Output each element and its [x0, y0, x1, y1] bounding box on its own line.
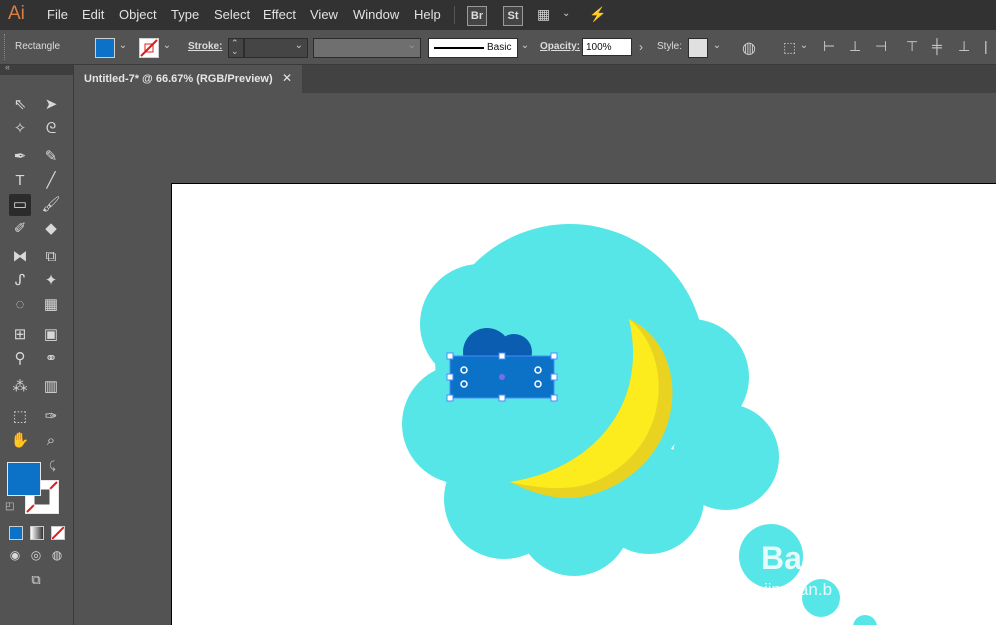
canvas-area[interactable]: Bai jingyan.b — [74, 94, 996, 625]
warp-tool-icon[interactable]: ᔑ — [9, 270, 31, 292]
eyedropper-tool-icon[interactable]: ⚲ — [9, 348, 31, 370]
chevron-down-icon[interactable]: ⌄ — [518, 40, 532, 54]
puppet-warp-tool-icon[interactable]: ✦ — [40, 270, 62, 292]
variable-width-profile[interactable]: ⌄ — [313, 38, 421, 58]
default-colors-icon[interactable]: ◰ — [5, 501, 14, 512]
none-mode-icon[interactable] — [51, 526, 65, 540]
scale-tool-icon[interactable]: ⧉ — [40, 246, 62, 268]
reflect-tool-icon[interactable]: ⧓ — [9, 246, 31, 268]
opacity-field[interactable]: 100% — [582, 38, 632, 56]
chevron-down-icon[interactable]: ⌄ — [797, 40, 811, 54]
color-mode-icon[interactable] — [9, 526, 23, 540]
pen-tool-icon[interactable]: ✒ — [9, 146, 31, 168]
screen-mode-icon[interactable]: ⧉ — [25, 569, 47, 591]
app-logo: Ai — [8, 3, 25, 24]
shaper-tool-icon[interactable]: ✐ — [9, 218, 31, 240]
zoom-tool-icon[interactable]: ⌕ — [40, 430, 62, 452]
selection-tool-icon[interactable]: ⇖ — [9, 94, 31, 116]
direct-selection-tool-icon[interactable]: ➤ — [40, 94, 62, 116]
no-stroke-icon — [140, 39, 158, 57]
stroke-stepper[interactable]: ⌃ ⌄ — [228, 38, 244, 58]
curvature-tool-icon[interactable]: ✎ — [40, 146, 62, 168]
align-left-icon[interactable]: ⊢ — [823, 38, 835, 55]
brush-label: Basic — [487, 42, 512, 53]
menu-effect[interactable]: Effect — [263, 7, 296, 22]
type-tool-icon[interactable]: T — [9, 170, 31, 192]
graph-tool-icon[interactable]: ▥ — [40, 376, 62, 398]
align-bottom-icon[interactable]: ⊥ — [958, 38, 970, 55]
chevron-right-icon[interactable]: › — [634, 40, 648, 54]
fill-color-swatch[interactable] — [7, 462, 41, 496]
paintbrush-tool-icon[interactable]: 🖌 — [40, 194, 62, 216]
stock-button[interactable]: St — [503, 6, 523, 26]
sync-icon[interactable]: ⚡ — [589, 6, 606, 23]
align-center-icon[interactable]: ⊥ — [849, 38, 861, 55]
menu-window[interactable]: Window — [353, 7, 399, 22]
stroke-label[interactable]: Stroke: — [188, 41, 222, 52]
close-icon[interactable]: ✕ — [282, 71, 292, 85]
artwork — [402, 224, 877, 625]
bridge-button[interactable]: Br — [467, 6, 487, 26]
chevron-down-icon[interactable]: ⌄ — [710, 40, 724, 54]
line-tool-icon[interactable]: ╱ — [40, 170, 62, 192]
opacity-label[interactable]: Opacity: — [540, 41, 580, 52]
mesh-tool-icon[interactable]: ⊞ — [9, 324, 31, 346]
document-tab[interactable]: Untitled-7* @ 66.67% (RGB/Preview) ✕ — [74, 65, 302, 93]
artboard-tool-icon[interactable]: ⬚ — [9, 406, 31, 428]
align-right-icon[interactable]: ⊣ — [875, 38, 887, 55]
perspective-grid-tool-icon[interactable]: ▦ — [40, 294, 62, 316]
draw-inside-icon[interactable]: ◍ — [46, 544, 68, 566]
distribute-icon[interactable]: | — [984, 38, 988, 54]
eraser-tool-icon[interactable]: ◆ — [40, 218, 62, 240]
draw-normal-icon[interactable]: ◉ — [4, 544, 26, 566]
lasso-tool-icon[interactable]: ᘓ — [40, 118, 62, 140]
brush-definition[interactable]: Basic — [428, 38, 518, 58]
magic-wand-tool-icon[interactable]: ✧ — [9, 118, 31, 140]
menu-view[interactable]: View — [310, 7, 338, 22]
align-top-icon[interactable]: ⊤ — [906, 38, 918, 55]
menu-edit[interactable]: Edit — [82, 7, 104, 22]
control-bar: Rectangle ⌄ ⌄ Stroke: ⌃ ⌄ ⌄ ⌄ Basic ⌄ Opa… — [0, 30, 996, 65]
swap-colors-icon[interactable]: ⤹ — [49, 460, 56, 473]
collapse-icon[interactable]: « — [5, 62, 10, 72]
panel-header: « — [0, 62, 73, 75]
hand-tool-icon[interactable]: ✋ — [9, 430, 31, 452]
chevron-down-icon[interactable]: ⌄ — [116, 40, 130, 54]
style-swatch[interactable] — [688, 38, 708, 58]
symbol-sprayer-tool-icon[interactable]: ⁂ — [9, 376, 31, 398]
slice-tool-icon[interactable]: ✑ — [40, 406, 62, 428]
tools-panel: « ⇖ ➤ ✧ ᘓ ✒ ✎ T ╱ ▭ 🖌 ✐ ◆ ⧓ ⧉ ᔑ ✦ ◌ ▦ ⊞ … — [0, 62, 74, 625]
stroke-swatch[interactable] — [139, 38, 159, 58]
blend-tool-icon[interactable]: ⚭ — [40, 348, 62, 370]
watermark-logo: Bai — [761, 540, 811, 576]
rectangle-tool-icon[interactable]: ▭ — [9, 194, 31, 216]
tool-name-label: Rectangle — [15, 41, 61, 52]
gradient-tool-icon[interactable]: ▣ — [40, 324, 62, 346]
gradient-mode-icon[interactable] — [30, 526, 44, 540]
selected-rectangle[interactable] — [446, 352, 558, 402]
align-middle-icon[interactable]: ╪ — [932, 38, 942, 54]
chevron-down-icon[interactable]: ⌄ — [562, 8, 570, 19]
draw-behind-icon[interactable]: ◎ — [25, 544, 47, 566]
transform-icon[interactable]: ⬚ — [783, 39, 796, 56]
stroke-weight-field[interactable]: ⌄ — [244, 38, 308, 58]
document-tab-title: Untitled-7* @ 66.67% (RGB/Preview) — [84, 73, 273, 85]
fill-swatch[interactable] — [95, 38, 115, 58]
workspace-icon[interactable]: ▦ — [537, 6, 550, 23]
shape-builder-tool-icon[interactable]: ◌ — [9, 294, 31, 316]
recolor-artwork-icon[interactable]: ◍ — [742, 38, 756, 58]
watermark-text: jingyan.b — [764, 580, 833, 599]
menu-type[interactable]: Type — [171, 7, 199, 22]
menu-object[interactable]: Object — [119, 7, 157, 22]
menu-select[interactable]: Select — [214, 7, 250, 22]
menu-bar: Ai File Edit Object Type Select Effect V… — [0, 0, 996, 30]
style-label: Style: — [657, 41, 683, 52]
menu-file[interactable]: File — [47, 7, 68, 22]
menu-help[interactable]: Help — [414, 7, 441, 22]
chevron-down-icon[interactable]: ⌄ — [160, 40, 174, 54]
document-tab-bar: Untitled-7* @ 66.67% (RGB/Preview) ✕ — [74, 65, 996, 93]
